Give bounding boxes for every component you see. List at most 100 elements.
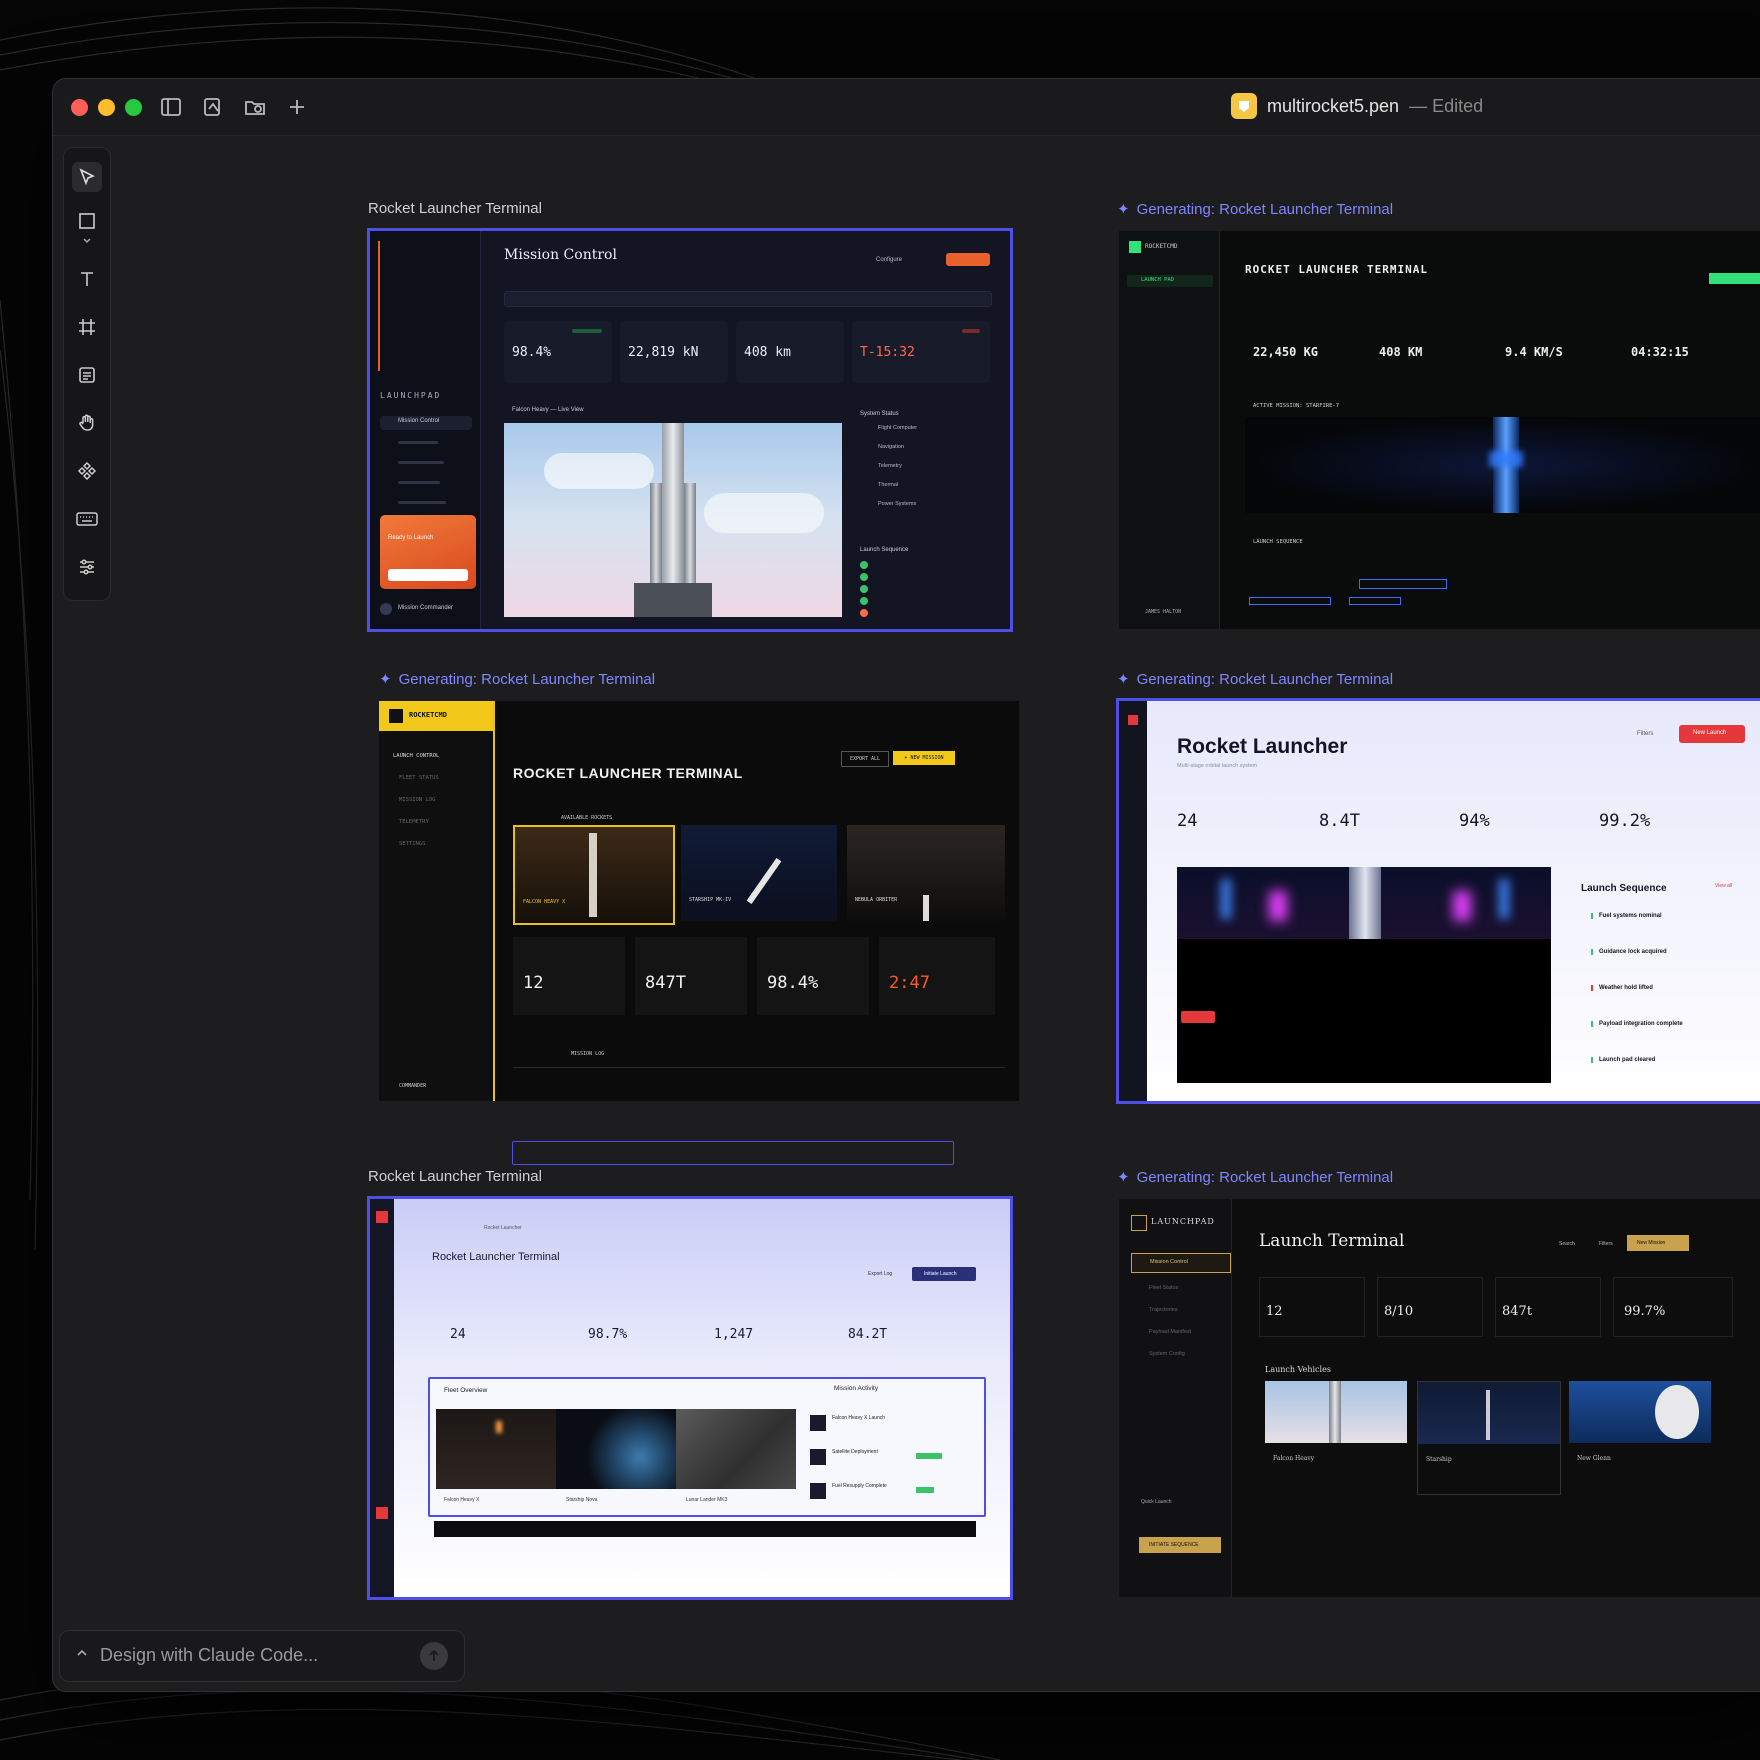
nav-item[interactable]: Payload Manifest xyxy=(1149,1329,1191,1335)
pointer-icon[interactable] xyxy=(72,162,102,192)
document-title: multirocket5.pen — Edited xyxy=(1231,93,1483,119)
hand-icon[interactable] xyxy=(72,408,102,438)
vehicle-card[interactable]: Starship xyxy=(1417,1381,1561,1495)
ready-to-launch-card[interactable]: Ready to Launch xyxy=(380,515,476,589)
system-item: Flight Computer xyxy=(878,425,918,431)
activity-item[interactable]: Satellite Deployment xyxy=(810,1447,970,1467)
maximize-window-button[interactable] xyxy=(125,99,142,116)
layers-icon[interactable] xyxy=(201,95,225,119)
breadcrumb[interactable]: Rocket Launcher xyxy=(484,1225,522,1231)
stat-value: 408 KM xyxy=(1379,345,1423,359)
text-icon[interactable] xyxy=(72,264,102,294)
claude-chat-input[interactable]: Design with Claude Code... xyxy=(59,1630,465,1682)
nav-item[interactable]: TELEMETRY xyxy=(399,819,429,825)
note-icon[interactable] xyxy=(72,360,102,390)
sidebar-toggle-icon[interactable] xyxy=(159,95,183,119)
live-badge xyxy=(1181,1011,1215,1023)
stat-card: 2:47 xyxy=(879,937,995,1015)
initiate-launch-button[interactable]: Initiate Launch xyxy=(912,1267,976,1281)
view-all-link[interactable]: View all xyxy=(1715,883,1732,889)
nav-item[interactable]: FLEET STATUS xyxy=(399,775,439,781)
generating-label[interactable]: ✦ Generating: Rocket Launcher Terminal xyxy=(1117,1168,1393,1187)
export-log-button[interactable]: Export Log xyxy=(868,1271,892,1277)
nav-item[interactable]: LAUNCH CONTROL xyxy=(393,753,439,759)
stat-value: 04:32:15 xyxy=(1631,345,1689,359)
mission-control-frame[interactable]: LAUNCHPAD Mission Control Ready to Launc… xyxy=(367,228,1013,632)
frame-label[interactable]: Rocket Launcher Terminal xyxy=(368,200,542,217)
close-window-button[interactable] xyxy=(71,99,88,116)
rocketcmd-yellow-frame[interactable]: ROCKETCMD LAUNCH CONTROL FLEET STATUS MI… xyxy=(379,701,1019,1101)
activity-heading: Mission Activity xyxy=(834,1385,879,1392)
generating-label[interactable]: ✦ Generating: Rocket Launcher Terminal xyxy=(379,670,655,689)
sparkle-icon: ✦ xyxy=(1117,201,1130,218)
fleet-image xyxy=(676,1409,796,1489)
fleet-heading: Fleet Overview xyxy=(444,1387,488,1394)
filters-button[interactable]: Filters xyxy=(1599,1241,1613,1247)
initiate-sequence-button[interactable] xyxy=(388,569,468,581)
launcher-terminal-light-frame[interactable]: Rocket Launcher Rocket Launcher Terminal… xyxy=(367,1196,1013,1600)
export-all-button[interactable]: EXPORT ALL xyxy=(841,751,889,767)
page-title: Launch Terminal xyxy=(1259,1231,1405,1251)
nav-item[interactable]: MISSION LOG xyxy=(399,797,435,803)
nav-item-mission-control[interactable]: Mission Control xyxy=(380,416,472,430)
frame-label[interactable]: Rocket Launcher Terminal xyxy=(368,1168,542,1185)
sparkle-icon: ✦ xyxy=(379,671,392,688)
keyboard-icon[interactable] xyxy=(72,504,102,534)
rocket-launcher-light-frame[interactable]: Rocket Launcher Multi-stage orbital laun… xyxy=(1116,698,1760,1104)
new-mission-button[interactable]: New Mission xyxy=(1627,1235,1689,1251)
send-icon[interactable] xyxy=(420,1642,448,1670)
new-mission-button[interactable]: + NEW MISSION xyxy=(893,751,955,765)
selection-handle-bar[interactable] xyxy=(512,1141,954,1165)
brand-logo xyxy=(1128,715,1138,725)
alert-icon[interactable] xyxy=(376,1507,388,1519)
command-input[interactable] xyxy=(504,291,992,307)
initiate-sequence-button[interactable]: INITIATE SEQUENCE xyxy=(1139,1537,1221,1553)
search-button[interactable]: Search xyxy=(1559,1241,1575,1247)
chat-placeholder[interactable]: Design with Claude Code... xyxy=(100,1645,318,1666)
stat-card: 8/10 xyxy=(1377,1277,1483,1337)
ready-label: Ready to Launch xyxy=(388,535,434,541)
nav-item[interactable]: SETTINGS xyxy=(399,841,426,847)
rocket-card[interactable]: NEBULA ORBITER xyxy=(847,825,1005,921)
launch-button[interactable] xyxy=(946,253,990,266)
plus-icon[interactable] xyxy=(285,95,309,119)
page-title: Mission Control xyxy=(504,247,617,263)
rocket-card[interactable]: STARSHIP MK-IV xyxy=(681,825,837,921)
minimize-window-button[interactable] xyxy=(98,99,115,116)
nav-item[interactable]: System Config xyxy=(1149,1351,1185,1357)
nav-item[interactable]: Fleet Status xyxy=(1149,1285,1178,1291)
brand-logo xyxy=(1129,241,1141,253)
nav-label: Mission Control xyxy=(398,418,440,424)
nav-item-mission-control[interactable]: Mission Control xyxy=(1131,1253,1231,1273)
chevron-up-icon[interactable] xyxy=(74,1645,90,1666)
frame-icon[interactable] xyxy=(72,312,102,342)
nav-item[interactable]: Trajectories xyxy=(1149,1307,1178,1313)
new-launch-button[interactable]: New Launch xyxy=(1679,725,1745,743)
stat-value: 24 xyxy=(450,1327,466,1342)
folder-icon[interactable] xyxy=(243,95,267,119)
launch-sequence-heading: Launch Sequence xyxy=(1581,883,1667,894)
activity-item[interactable]: Falcon Heavy X Launch xyxy=(810,1413,970,1433)
vehicle-card[interactable]: New Glenn xyxy=(1569,1381,1711,1487)
sliders-icon[interactable] xyxy=(72,552,102,582)
stat-card: T-15:32 xyxy=(852,321,990,383)
page-title: ROCKET LAUNCHER TERMINAL xyxy=(513,765,743,781)
mission-log-table xyxy=(513,1067,1005,1101)
brand-name: LAUNCHPAD xyxy=(1151,1217,1215,1226)
launchpad-gold-frame[interactable]: LAUNCHPAD Mission Control Fleet Status T… xyxy=(1119,1199,1760,1597)
log-ticker xyxy=(434,1521,976,1537)
rocketcmd-dark-frame[interactable]: ROCKETCMD LAUNCH PAD JAMES HALTON ROCKET… xyxy=(1119,231,1760,629)
tool-palette xyxy=(63,147,111,601)
generating-label[interactable]: ✦ Generating: Rocket Launcher Terminal xyxy=(1117,670,1393,689)
launch-button[interactable] xyxy=(1709,273,1760,284)
user-name: COMMANDER xyxy=(399,1083,427,1089)
configure-button[interactable]: Configure xyxy=(876,257,902,263)
chevron-down-icon[interactable] xyxy=(72,232,102,250)
component-icon[interactable] xyxy=(72,456,102,486)
vehicle-card[interactable]: Falcon Heavy xyxy=(1265,1381,1407,1487)
generating-label[interactable]: ✦ Generating: Rocket Launcher Terminal xyxy=(1117,200,1393,219)
rocket-card[interactable]: FALCON HEAVY X xyxy=(513,825,675,925)
activity-item[interactable]: Fuel Resupply Complete xyxy=(810,1481,970,1501)
filters-button[interactable]: Filters xyxy=(1637,731,1653,737)
nav-item-active[interactable]: LAUNCH PAD xyxy=(1127,275,1213,287)
